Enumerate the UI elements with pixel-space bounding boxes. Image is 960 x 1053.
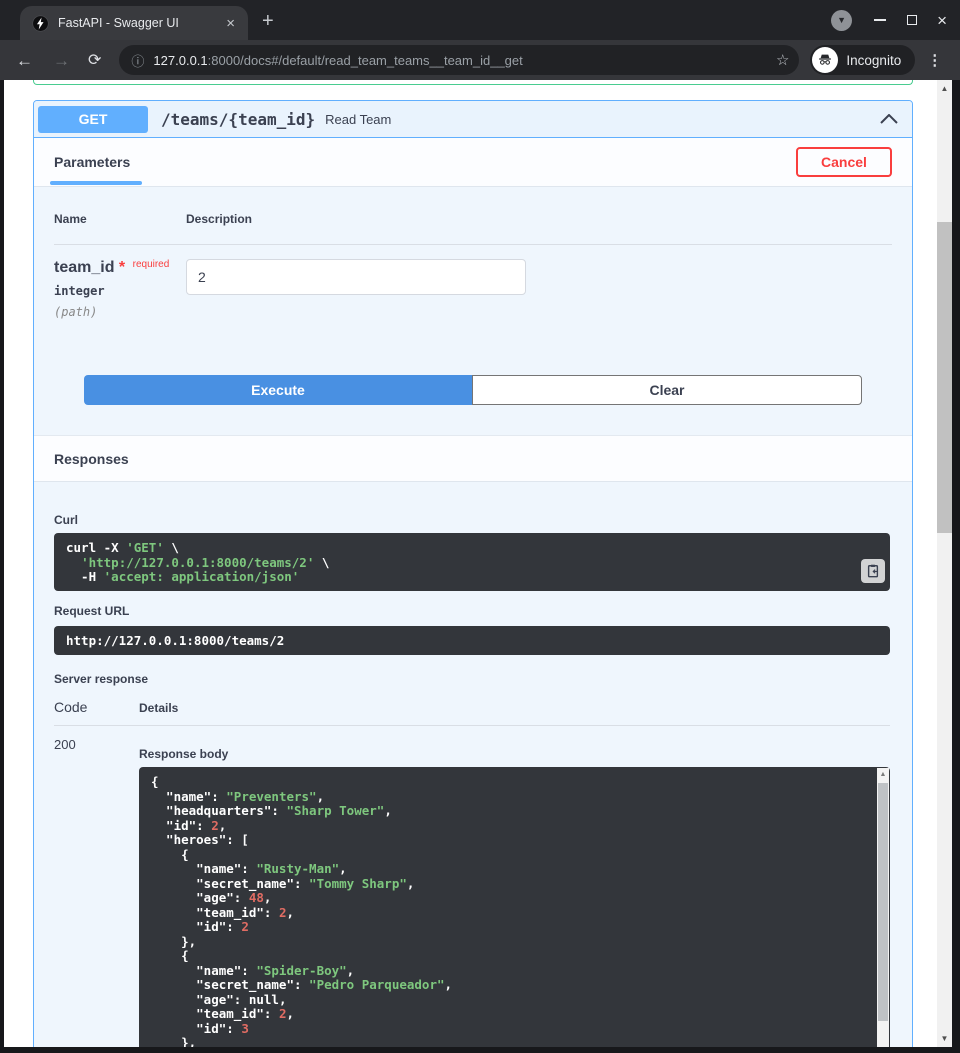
previous-endpoint-block-edge — [33, 80, 913, 85]
response-body-label: Response body — [139, 747, 890, 761]
curl-command: curl -X 'GET' \ 'http://127.0.0.1:8000/t… — [54, 533, 890, 591]
bookmark-star-icon[interactable]: ☆ — [776, 51, 789, 69]
url-host: 127.0.0.1 — [153, 53, 207, 68]
endpoint-summary-row[interactable]: GET /teams/{team_id} Read Team — [34, 101, 912, 138]
responses-body: Curl curl -X 'GET' \ 'http://127.0.0.1:8… — [34, 482, 912, 1047]
url-path: :8000/docs#/default/read_team_teams__tea… — [208, 53, 523, 68]
endpoint-block-get-teams: GET /teams/{team_id} Read Team Parameter… — [33, 100, 913, 1047]
required-asterisk: * — [119, 259, 125, 276]
parameters-title: Parameters — [54, 154, 130, 170]
url-text: 127.0.0.1:8000/docs#/default/read_team_t… — [153, 53, 776, 68]
scrollbar-thumb[interactable] — [937, 222, 952, 533]
parameter-row: team_id * required integer (path) — [54, 245, 892, 339]
responses-header-row: Responses — [34, 435, 912, 482]
request-url-value: http://127.0.0.1:8000/teams/2 — [54, 626, 890, 655]
back-icon[interactable]: ← — [16, 52, 33, 69]
forward-icon[interactable]: → — [53, 52, 70, 69]
cancel-button[interactable]: Cancel — [796, 147, 892, 177]
column-header-details: Details — [139, 699, 178, 715]
incognito-badge: Incognito — [810, 45, 915, 75]
swagger-page: GET /teams/{team_id} Read Team Parameter… — [4, 80, 952, 1047]
scroll-down-icon[interactable]: ▼ — [937, 1034, 952, 1043]
team-id-input[interactable] — [186, 259, 526, 295]
tab-close-icon[interactable]: × — [223, 16, 238, 31]
minimize-icon[interactable] — [874, 19, 886, 21]
site-info-icon[interactable]: ⓘ — [131, 51, 144, 70]
response-row: 200 Response body { "name": "Preventers"… — [54, 737, 890, 1047]
incognito-label: Incognito — [846, 53, 901, 68]
parameters-body: Name Description team_id * required inte… — [34, 187, 912, 435]
required-label: required — [133, 259, 170, 270]
browser-window: FastAPI - Swagger UI × + ▼ × ← → ⟳ ⓘ 127… — [0, 0, 960, 1053]
endpoint-summary: Read Team — [325, 112, 391, 127]
reload-icon[interactable]: ⟳ — [88, 52, 101, 69]
column-header-description: Description — [186, 212, 252, 232]
page-scrollbar[interactable]: ▲ ▼ — [937, 80, 952, 1047]
window-controls: ▼ × — [831, 0, 960, 40]
browser-toolbar: ← → ⟳ ⓘ 127.0.0.1:8000/docs#/default/rea… — [0, 40, 960, 80]
endpoint-path: /teams/{team_id} — [161, 110, 315, 129]
table-divider — [54, 725, 890, 726]
menu-kebab-icon[interactable]: ⋮ — [927, 51, 942, 69]
http-method-badge: GET — [38, 106, 148, 133]
parameter-name: team_id — [54, 259, 114, 276]
server-response-label: Server response — [54, 672, 890, 686]
parameters-header-row: Parameters Cancel — [34, 138, 912, 187]
tab-title: FastAPI - Swagger UI — [58, 16, 223, 30]
window-close-icon[interactable]: × — [937, 12, 947, 29]
copy-to-clipboard-icon[interactable] — [861, 559, 885, 583]
incognito-icon — [812, 47, 838, 73]
execute-button[interactable]: Execute — [84, 375, 472, 405]
clear-button[interactable]: Clear — [472, 375, 862, 405]
status-code: 200 — [54, 737, 139, 1047]
scrollbar-thumb[interactable] — [878, 783, 888, 1021]
browser-tab[interactable]: FastAPI - Swagger UI × — [20, 6, 248, 40]
column-header-name: Name — [54, 212, 186, 232]
maximize-icon[interactable] — [907, 15, 917, 25]
tab-search-icon[interactable]: ▼ — [831, 10, 852, 31]
new-tab-button[interactable]: + — [262, 11, 274, 31]
curl-block: curl -X 'GET' \ 'http://127.0.0.1:8000/t… — [54, 533, 890, 591]
scroll-up-icon[interactable]: ▲ — [937, 84, 952, 93]
response-body-block: { "name": "Preventers", "headquarters": … — [139, 767, 890, 1047]
request-url-label: Request URL — [54, 604, 890, 618]
response-body-scrollbar[interactable]: ▲ — [877, 768, 889, 1047]
tab-strip: FastAPI - Swagger UI × + ▼ × — [0, 0, 960, 40]
responses-title: Responses — [54, 451, 129, 467]
response-body-json: { "name": "Preventers", "headquarters": … — [139, 767, 890, 1047]
collapse-chevron-icon[interactable] — [880, 114, 898, 124]
parameters-tab-underline — [50, 181, 142, 185]
execute-button-group: Execute Clear — [84, 375, 862, 405]
fastapi-favicon-icon — [32, 15, 49, 32]
curl-label: Curl — [54, 513, 890, 527]
scroll-up-icon[interactable]: ▲ — [877, 768, 889, 782]
parameter-type: integer — [54, 284, 186, 298]
parameter-location: (path) — [54, 305, 186, 319]
column-header-code: Code — [54, 699, 139, 715]
url-bar[interactable]: ⓘ 127.0.0.1:8000/docs#/default/read_team… — [119, 45, 799, 75]
